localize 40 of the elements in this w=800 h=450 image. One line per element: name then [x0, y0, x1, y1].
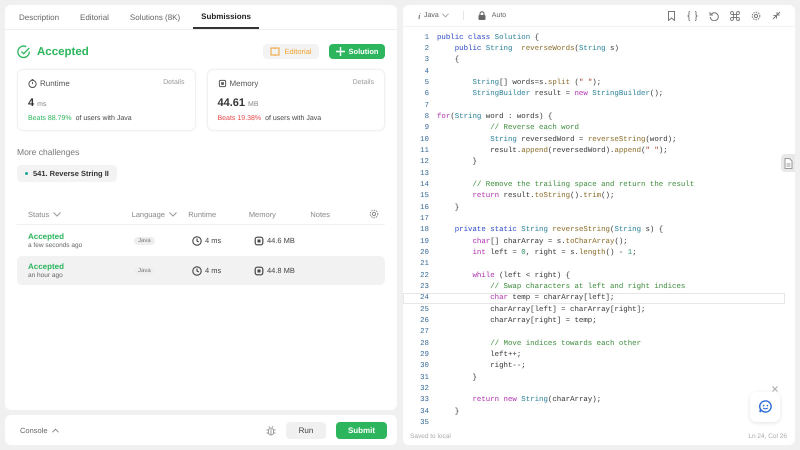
smiley-chat-icon [758, 400, 772, 414]
stat-title: Memory [230, 79, 258, 88]
stat-title: Runtime [40, 79, 70, 88]
timer-icon [28, 79, 37, 88]
chevron-down-icon[interactable] [168, 212, 177, 216]
status-text: Accepted [28, 232, 64, 241]
chevron-down-icon [442, 13, 449, 18]
settings-icon[interactable] [751, 10, 761, 21]
collapse-icon[interactable] [772, 11, 781, 20]
stat-value: 44.61 [218, 97, 246, 109]
check-circle-icon [17, 44, 31, 58]
tab[interactable]: Submissions [193, 5, 259, 29]
notes-tab[interactable] [781, 154, 795, 172]
stat-value: 4 [28, 97, 34, 109]
close-icon[interactable] [772, 386, 778, 392]
tab[interactable]: Solutions (8K) [122, 5, 188, 29]
run-button[interactable]: Run [286, 422, 326, 438]
chevron-up-icon [52, 428, 59, 432]
undo-icon[interactable] [709, 10, 719, 21]
braces-icon[interactable] [687, 10, 698, 21]
lock-icon [478, 11, 486, 20]
document-icon [784, 158, 792, 169]
chip-icon [218, 79, 226, 88]
plus-icon [336, 47, 344, 56]
tab[interactable]: Editorial [72, 5, 117, 29]
chat-button[interactable] [750, 392, 780, 422]
clock-icon [192, 266, 202, 276]
clock-icon [192, 236, 202, 246]
settings-icon[interactable] [369, 209, 379, 219]
bug-icon[interactable] [266, 424, 276, 436]
command-icon[interactable] [730, 10, 740, 21]
chip-icon [254, 236, 264, 246]
status-text: Accepted [28, 262, 64, 271]
status-title: Accepted [37, 46, 89, 58]
bookmark-icon[interactable] [667, 10, 676, 21]
book-icon [270, 47, 280, 56]
section-title: More challenges [17, 147, 80, 157]
tab[interactable]: Description [11, 5, 68, 29]
chevron-down-icon[interactable] [53, 212, 62, 216]
chip-icon [254, 266, 264, 276]
